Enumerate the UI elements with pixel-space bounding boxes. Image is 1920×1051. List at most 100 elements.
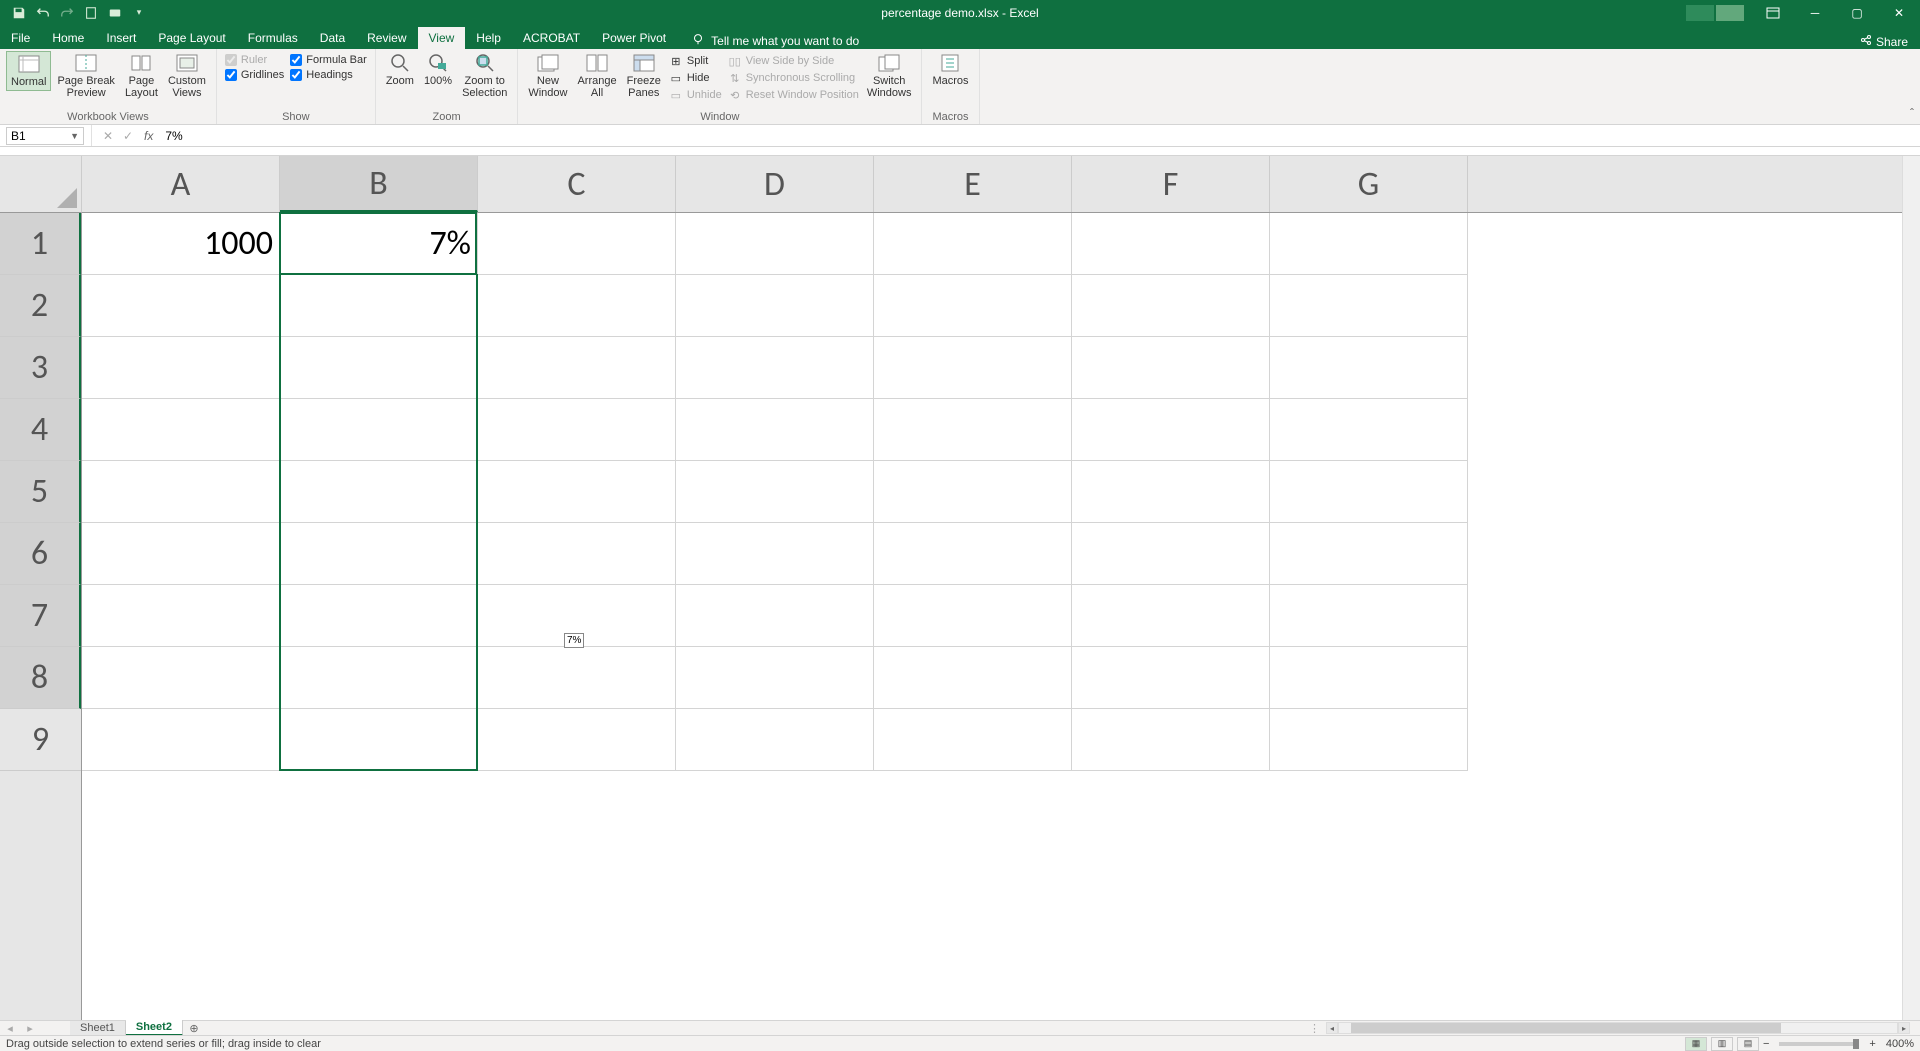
tab-power-pivot[interactable]: Power Pivot — [591, 27, 677, 49]
column-header-C[interactable]: C — [478, 156, 676, 212]
row-header-1[interactable]: 1 — [0, 213, 81, 275]
cell-E9[interactable] — [874, 709, 1072, 771]
column-header-B[interactable]: B — [280, 156, 478, 212]
save-icon[interactable] — [10, 4, 28, 22]
tab-view[interactable]: View — [418, 27, 466, 49]
sheet-tab-sheet1[interactable]: Sheet1 — [70, 1021, 126, 1035]
split-button[interactable]: ⊞Split — [667, 53, 724, 69]
cell-E2[interactable] — [874, 275, 1072, 337]
user-account-area[interactable] — [1686, 5, 1744, 21]
cell-D9[interactable] — [676, 709, 874, 771]
cell-D7[interactable] — [676, 585, 874, 647]
cell-D2[interactable] — [676, 275, 874, 337]
cell-A5[interactable] — [82, 461, 280, 523]
touch-mode-icon[interactable] — [106, 4, 124, 22]
row-header-4[interactable]: 4 — [0, 399, 81, 461]
vertical-scrollbar[interactable] — [1902, 156, 1920, 1020]
cell-G5[interactable] — [1270, 461, 1468, 523]
cell-F9[interactable] — [1072, 709, 1270, 771]
column-header-D[interactable]: D — [676, 156, 874, 212]
zoom-100-button[interactable]: 100% — [420, 51, 456, 89]
qat-customize-icon[interactable]: ▾ — [130, 4, 148, 22]
arrange-all-button[interactable]: Arrange All — [573, 51, 620, 101]
zoom-slider[interactable] — [1779, 1042, 1859, 1046]
tab-formulas[interactable]: Formulas — [237, 27, 309, 49]
cell-E5[interactable] — [874, 461, 1072, 523]
column-header-A[interactable]: A — [82, 156, 280, 212]
cell-F3[interactable] — [1072, 337, 1270, 399]
cell-D3[interactable] — [676, 337, 874, 399]
zoom-button[interactable]: Zoom — [382, 51, 418, 89]
page-break-preview-button[interactable]: Page Break Preview — [53, 51, 118, 101]
cell-G7[interactable] — [1270, 585, 1468, 647]
cells-area[interactable]: 10007% 7% — [82, 213, 1902, 1020]
ribbon-display-icon[interactable] — [1752, 0, 1794, 25]
redo-icon[interactable] — [58, 4, 76, 22]
new-file-icon[interactable] — [82, 4, 100, 22]
column-header-E[interactable]: E — [874, 156, 1072, 212]
row-header-9[interactable]: 9 — [0, 709, 81, 771]
cell-B3[interactable] — [280, 337, 478, 399]
row-header-7[interactable]: 7 — [0, 585, 81, 647]
cell-B6[interactable] — [280, 523, 478, 585]
status-normal-view-icon[interactable]: ▦ — [1685, 1037, 1707, 1051]
tell-me-search[interactable]: Tell me what you want to do — [677, 32, 859, 49]
cell-A3[interactable] — [82, 337, 280, 399]
cell-C5[interactable] — [478, 461, 676, 523]
cell-C4[interactable] — [478, 399, 676, 461]
tab-file[interactable]: File — [0, 27, 41, 49]
normal-view-button[interactable]: Normal — [6, 51, 51, 91]
cell-F4[interactable] — [1072, 399, 1270, 461]
cell-E7[interactable] — [874, 585, 1072, 647]
cell-A4[interactable] — [82, 399, 280, 461]
switch-windows-button[interactable]: Switch Windows — [863, 51, 916, 101]
collapse-ribbon-icon[interactable]: ˆ — [1910, 106, 1914, 120]
cell-D8[interactable] — [676, 647, 874, 709]
status-page-break-icon[interactable]: ▤ — [1737, 1037, 1759, 1051]
cell-F7[interactable] — [1072, 585, 1270, 647]
new-window-button[interactable]: New Window — [524, 51, 571, 101]
freeze-panes-button[interactable]: Freeze Panes — [623, 51, 665, 101]
undo-icon[interactable] — [34, 4, 52, 22]
cell-F5[interactable] — [1072, 461, 1270, 523]
row-header-8[interactable]: 8 — [0, 647, 81, 709]
formula-bar-checkbox[interactable]: Formula Bar — [288, 53, 369, 67]
cell-A7[interactable] — [82, 585, 280, 647]
cell-G9[interactable] — [1270, 709, 1468, 771]
cell-C2[interactable] — [478, 275, 676, 337]
cancel-formula-icon[interactable]: ✕ — [98, 129, 118, 143]
zoom-out-icon[interactable]: − — [1763, 1038, 1769, 1050]
headings-checkbox[interactable]: Headings — [288, 68, 369, 82]
hide-button[interactable]: ▭Hide — [667, 70, 724, 86]
cell-B8[interactable] — [280, 647, 478, 709]
cell-G6[interactable] — [1270, 523, 1468, 585]
cell-D5[interactable] — [676, 461, 874, 523]
cell-G3[interactable] — [1270, 337, 1468, 399]
cell-C1[interactable] — [478, 213, 676, 275]
hscroll-left-icon[interactable]: ◂ — [1326, 1022, 1338, 1034]
cell-G2[interactable] — [1270, 275, 1468, 337]
tab-help[interactable]: Help — [465, 27, 512, 49]
cell-G4[interactable] — [1270, 399, 1468, 461]
cell-G1[interactable] — [1270, 213, 1468, 275]
accept-formula-icon[interactable]: ✓ — [118, 129, 138, 143]
name-box-dropdown-icon[interactable]: ▼ — [70, 131, 79, 141]
zoom-to-selection-button[interactable]: Zoom to Selection — [458, 51, 511, 101]
cell-B9[interactable] — [280, 709, 478, 771]
maximize-button[interactable]: ▢ — [1836, 0, 1878, 25]
close-button[interactable]: ✕ — [1878, 0, 1920, 25]
horizontal-scrollbar[interactable] — [1338, 1022, 1898, 1034]
cell-D1[interactable] — [676, 213, 874, 275]
add-sheet-button[interactable]: ⊕ — [183, 1022, 205, 1035]
cell-A8[interactable] — [82, 647, 280, 709]
cell-G8[interactable] — [1270, 647, 1468, 709]
tab-acrobat[interactable]: ACROBAT — [512, 27, 591, 49]
cell-D4[interactable] — [676, 399, 874, 461]
cell-F1[interactable] — [1072, 213, 1270, 275]
cell-F8[interactable] — [1072, 647, 1270, 709]
cell-B1[interactable]: 7% — [280, 213, 478, 275]
cell-F6[interactable] — [1072, 523, 1270, 585]
column-header-G[interactable]: G — [1270, 156, 1468, 212]
name-box[interactable]: B1 ▼ — [6, 127, 84, 145]
gridlines-checkbox[interactable]: Gridlines — [223, 68, 286, 82]
